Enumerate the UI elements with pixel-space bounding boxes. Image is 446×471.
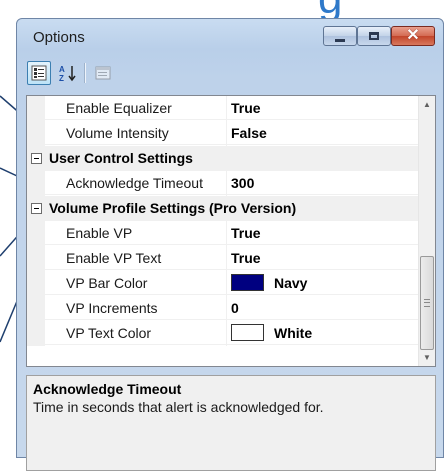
svg-text:A: A xyxy=(59,65,65,74)
property-row[interactable]: Enable VP True xyxy=(27,221,419,246)
categorized-button[interactable] xyxy=(27,61,51,85)
category-row[interactable]: User Control Settings xyxy=(27,146,419,171)
minimize-icon xyxy=(335,38,345,42)
options-window: Options ✕ A Z Enable Equalizer True Volu… xyxy=(16,18,444,471)
property-row[interactable]: VP Text Color White xyxy=(27,321,419,346)
alphabetical-sort-icon: A Z xyxy=(59,65,76,83)
property-row[interactable]: Acknowledge Timeout 300 xyxy=(27,171,419,196)
property-value[interactable]: True xyxy=(227,221,419,245)
property-value[interactable]: 0 xyxy=(227,296,419,320)
property-name: Enable VP Text xyxy=(45,246,226,270)
close-icon: ✕ xyxy=(406,27,420,44)
alphabetical-button[interactable]: A Z xyxy=(56,61,80,85)
toolbar-separator xyxy=(84,63,86,83)
property-name: Enable VP xyxy=(45,221,226,245)
category-label: Volume Profile Settings (Pro Version) xyxy=(49,200,297,216)
description-text: Time in seconds that alert is acknowledg… xyxy=(33,399,324,415)
category-row[interactable]: Volume Profile Settings (Pro Version) xyxy=(27,196,419,221)
property-value[interactable]: 300 xyxy=(227,171,419,195)
collapse-icon[interactable] xyxy=(31,153,42,164)
close-button[interactable]: ✕ xyxy=(391,26,435,46)
scroll-up-icon[interactable]: ▲ xyxy=(419,96,435,113)
property-value[interactable]: False xyxy=(227,121,419,145)
property-row[interactable]: Enable VP Text True xyxy=(27,246,419,271)
category-label: User Control Settings xyxy=(49,150,193,166)
color-swatch xyxy=(231,324,264,341)
color-swatch xyxy=(231,274,264,291)
property-row[interactable]: VP Increments 0 xyxy=(27,296,419,321)
maximize-button[interactable] xyxy=(357,26,391,46)
property-pages-button[interactable] xyxy=(91,61,115,85)
svg-text:Z: Z xyxy=(59,74,64,83)
property-toolbar: A Z xyxy=(26,59,436,91)
property-name: VP Bar Color xyxy=(45,271,226,295)
property-value[interactable]: True xyxy=(227,96,419,120)
property-row[interactable]: Volume Intensity False xyxy=(27,121,419,146)
property-row[interactable]: Enable Equalizer True xyxy=(27,96,419,121)
maximize-icon xyxy=(369,32,379,40)
property-name: Enable Equalizer xyxy=(45,96,226,120)
description-title: Acknowledge Timeout xyxy=(33,381,182,397)
window-title: Options xyxy=(33,29,85,46)
categorized-view-icon xyxy=(31,65,47,81)
property-value[interactable]: True xyxy=(227,246,419,270)
scrollbar-thumb[interactable] xyxy=(420,256,434,350)
property-name: VP Increments xyxy=(45,296,226,320)
grip-icon xyxy=(424,299,430,307)
vertical-scrollbar[interactable]: ▲ ▼ xyxy=(418,96,435,366)
property-grid: Enable Equalizer True Volume Intensity F… xyxy=(26,95,436,367)
property-value[interactable]: White xyxy=(227,321,419,345)
property-name: Volume Intensity xyxy=(45,121,226,145)
property-value[interactable]: Navy xyxy=(227,271,419,295)
minimize-button[interactable] xyxy=(323,26,357,46)
property-name: Acknowledge Timeout xyxy=(45,171,226,195)
property-row[interactable]: VP Bar Color Navy xyxy=(27,271,419,296)
title-bar[interactable]: Options ✕ xyxy=(17,19,443,57)
property-pages-icon xyxy=(95,66,111,80)
description-pane: Acknowledge Timeout Time in seconds that… xyxy=(26,375,436,471)
scroll-down-icon[interactable]: ▼ xyxy=(419,349,435,366)
collapse-icon[interactable] xyxy=(31,203,42,214)
property-name: VP Text Color xyxy=(45,321,226,345)
